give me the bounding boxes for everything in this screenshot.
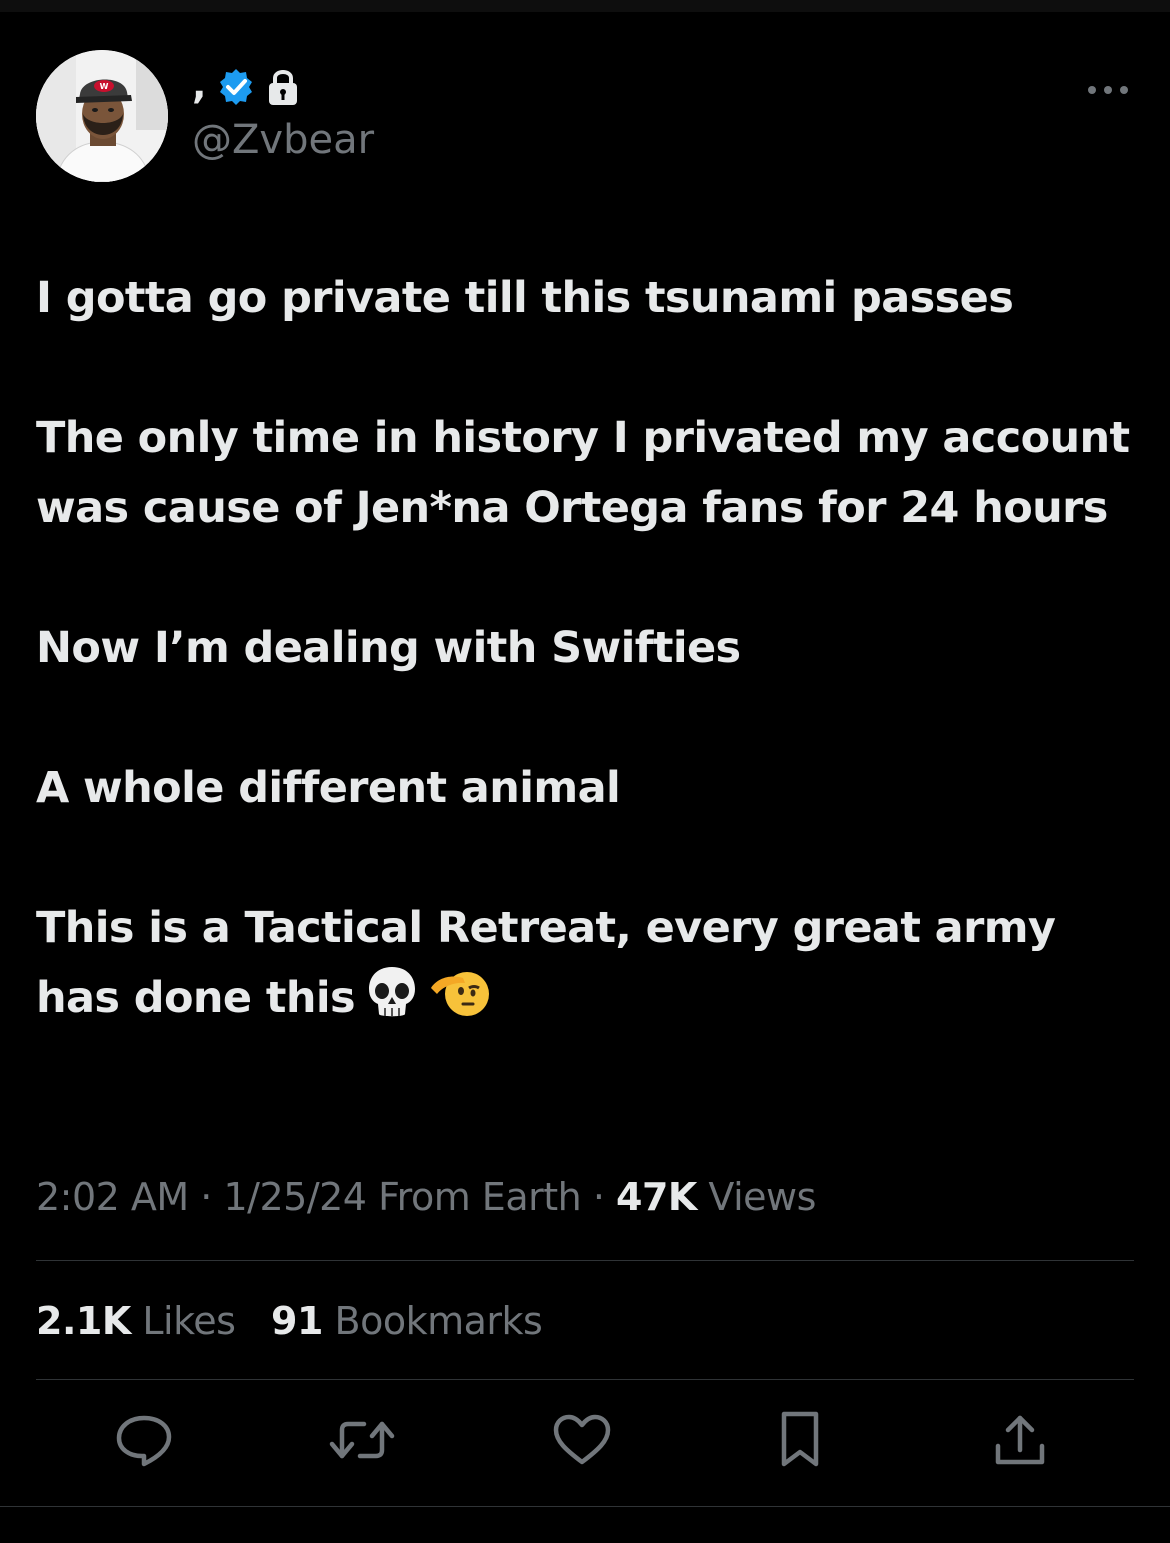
tweet-paragraph: Now I’m dealing with Swifties <box>36 623 741 673</box>
bookmarks-stat[interactable]: 91 Bookmarks <box>271 1299 543 1343</box>
tweet-meta: 2:02 AM · 1/25/24 From Earth · 47K Views <box>36 1172 816 1222</box>
views-label[interactable]: Views <box>708 1175 816 1219</box>
lock-icon <box>266 67 300 111</box>
likes-label: Likes <box>142 1299 236 1343</box>
avatar-cap-logo: W <box>100 82 109 91</box>
meta-separator: · <box>200 1175 212 1219</box>
verified-badge-icon <box>216 67 256 111</box>
avatar[interactable]: W <box>36 50 168 182</box>
tweet-stats: 2.1K Likes 91 Bookmarks <box>36 1296 566 1346</box>
retweet-icon <box>328 1412 396 1472</box>
tweet-paragraph: I gotta go private till this tsunami pas… <box>36 273 1014 323</box>
bookmark-button[interactable] <box>768 1410 832 1474</box>
reply-icon <box>114 1412 174 1472</box>
like-button[interactable] <box>550 1410 614 1474</box>
tweet-paragraph: A whole different animal <box>36 763 621 813</box>
saluting-face-icon <box>429 964 489 1041</box>
like-icon <box>552 1412 612 1472</box>
likes-stat[interactable]: 2.1K Likes <box>36 1299 236 1343</box>
tweet-paragraph: The only time in history I privated my a… <box>36 413 1130 533</box>
divider <box>0 1506 1170 1507</box>
share-icon <box>992 1412 1048 1472</box>
tweet-paragraph-last: This is a Tactical Retreat, every great … <box>36 893 1146 1041</box>
tweet-date[interactable]: 1/25/24 <box>223 1175 367 1219</box>
status-strip <box>0 0 1170 12</box>
retweet-button[interactable] <box>328 1410 396 1474</box>
bookmark-icon <box>776 1410 824 1474</box>
author-handle[interactable]: @Zvbear <box>192 118 374 162</box>
tweet-location: From Earth <box>378 1175 582 1219</box>
bookmarks-count: 91 <box>271 1299 323 1343</box>
divider <box>36 1260 1134 1261</box>
avatar-image: W <box>36 50 168 182</box>
tweet-time[interactable]: 2:02 AM <box>36 1175 189 1219</box>
more-options-icon[interactable] <box>1084 76 1132 104</box>
author-name-row[interactable]: , <box>192 64 310 114</box>
meta-separator: · <box>592 1175 605 1219</box>
share-button[interactable] <box>988 1410 1052 1474</box>
divider <box>36 1379 1134 1380</box>
tweet-paragraph-text: This is a Tactical Retreat, every great … <box>36 903 1056 1023</box>
views-count[interactable]: 47K <box>616 1175 697 1219</box>
skull-icon <box>365 964 419 1041</box>
display-name[interactable]: , <box>192 66 206 104</box>
tweet-text: I gotta go private till this tsunami pas… <box>36 263 1146 1041</box>
reply-button[interactable] <box>112 1410 176 1474</box>
bookmarks-label: Bookmarks <box>334 1299 543 1343</box>
likes-count: 2.1K <box>36 1299 131 1343</box>
